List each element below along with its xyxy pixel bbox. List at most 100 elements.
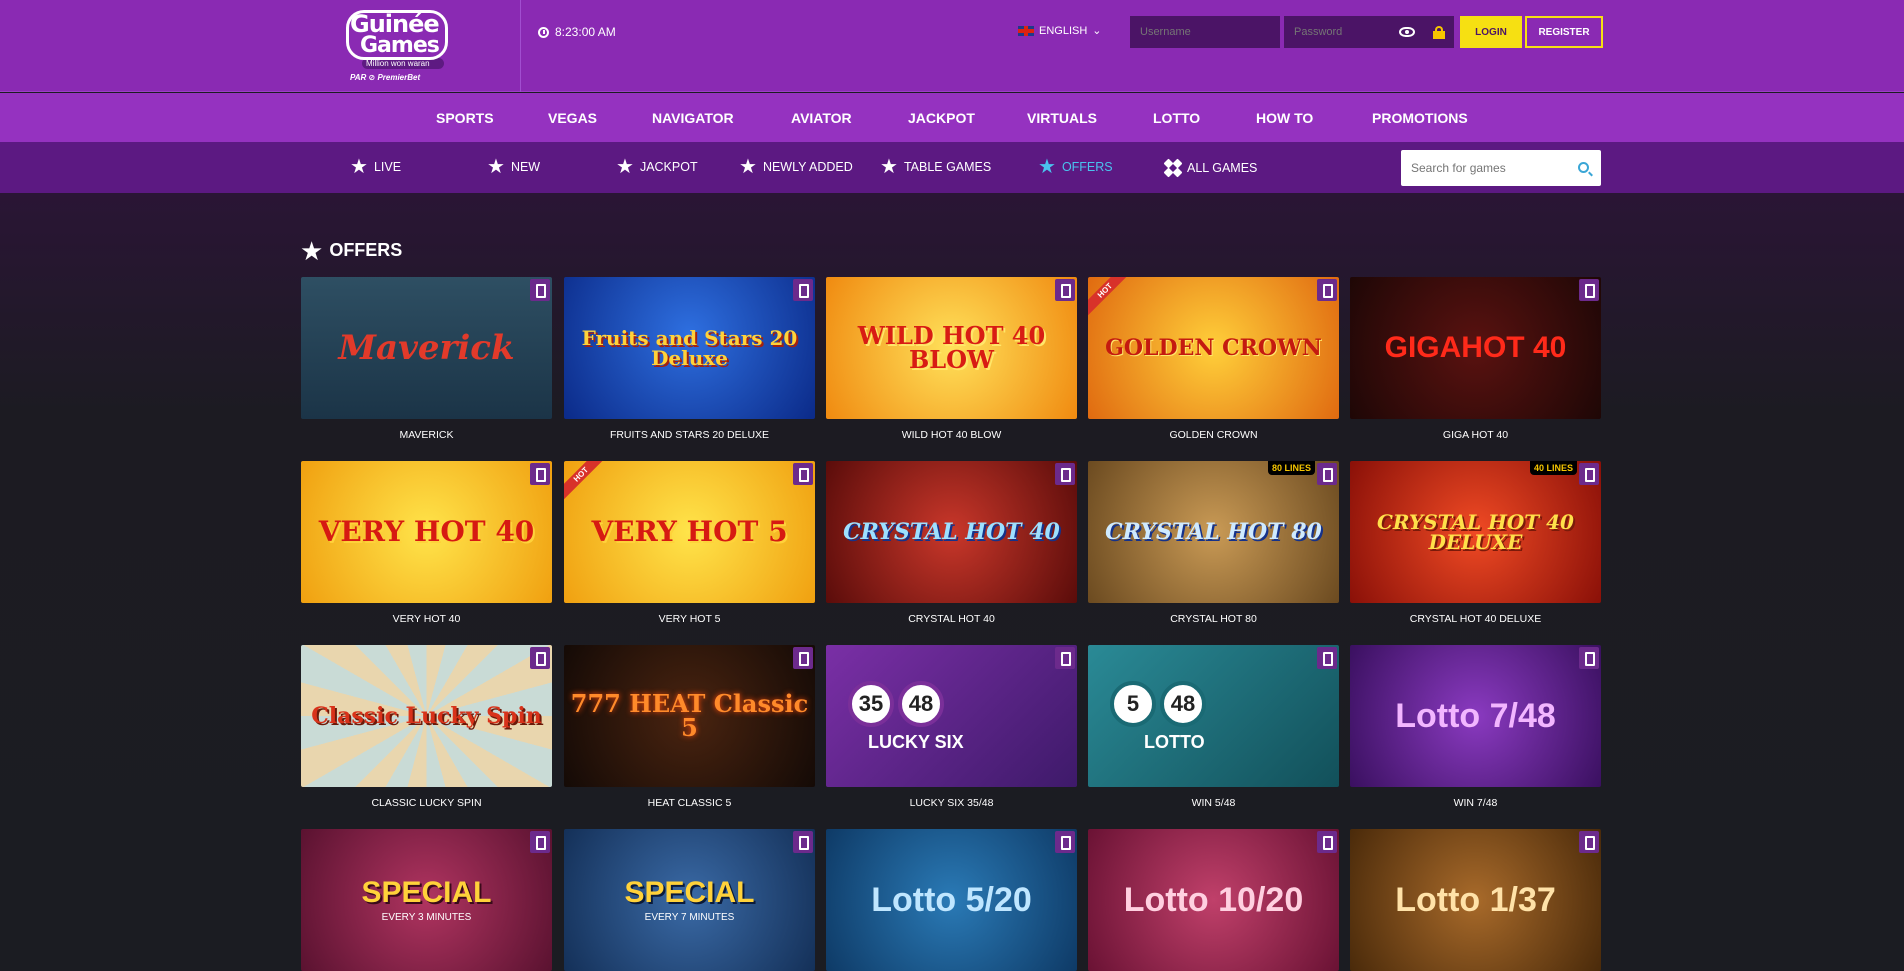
game-thumbnail[interactable]: Classic Lucky Spin [301, 645, 552, 787]
game-thumbnail[interactable]: 35 48 LUCKY SIX [826, 645, 1077, 787]
nav-promotions[interactable]: PROMOTIONS [1372, 110, 1468, 126]
game-thumbnail[interactable]: CRYSTAL HOT 40 DELUXE 40 LINES [1350, 461, 1601, 603]
register-button[interactable]: REGISTER [1525, 16, 1603, 48]
game-card-win-5-48[interactable]: 5 48 LOTTO WIN 5/48 [1088, 645, 1339, 809]
game-card-maverick[interactable]: Maverick MAVERICK [301, 277, 552, 441]
nav-vegas[interactable]: VEGAS [548, 110, 597, 126]
search-icon[interactable] [1578, 162, 1589, 173]
game-art-text: Lotto 5/20 [871, 881, 1032, 919]
nav-navigator[interactable]: NAVIGATOR [652, 110, 734, 126]
category-live[interactable]: ★ LIVE [350, 156, 401, 178]
username-field[interactable] [1130, 16, 1280, 48]
game-title[interactable]: CRYSTAL HOT 40 DELUXE [1350, 613, 1601, 625]
show-password-icon[interactable] [1399, 27, 1415, 37]
nav-virtuals[interactable]: VIRTUALS [1027, 110, 1097, 126]
nav-how-to[interactable]: HOW TO [1256, 110, 1313, 126]
game-title[interactable]: WILD HOT 40 BLOW [826, 429, 1077, 441]
game-art-text: CRYSTAL HOT 80 [1105, 519, 1322, 545]
mobile-icon [793, 279, 813, 301]
game-card-lucky-six[interactable]: 35 48 LUCKY SIX LUCKY SIX 35/48 [826, 645, 1077, 809]
nav-sports[interactable]: SPORTS [436, 110, 494, 126]
game-card-special-7[interactable]: SPECIAL EVERY 7 MINUTES [564, 829, 815, 971]
category-label: TABLE GAMES [903, 160, 992, 174]
login-button[interactable]: LOGIN [1460, 16, 1522, 48]
game-card-classic-lucky-spin[interactable]: Classic Lucky Spin CLASSIC LUCKY SPIN [301, 645, 552, 809]
lock-icon[interactable] [1433, 26, 1445, 39]
game-card-very-hot-5[interactable]: VERY HOT 5 HOT VERY HOT 5 [564, 461, 815, 625]
game-art-subtext: EVERY 7 MINUTES [644, 911, 735, 923]
game-card-crystal-hot-40[interactable]: CRYSTAL HOT 40 CRYSTAL HOT 40 [826, 461, 1077, 625]
game-card-heat-classic-5[interactable]: 777 HEAT Classic 5 HEAT CLASSIC 5 [564, 645, 815, 809]
category-nav: ★ LIVE ★ NEW ★ JACKPOT ★ NEWLY ADDED ★ TABLE … [0, 142, 1904, 193]
language-selector[interactable]: ENGLISH ⌄ [1018, 24, 1102, 37]
game-art-text: GIGAHOT 40 [1384, 331, 1567, 364]
game-thumbnail[interactable]: 777 HEAT Classic 5 [564, 645, 815, 787]
game-art-text: LUCKY SIX [868, 732, 964, 752]
clock: 8:23:00 AM [538, 25, 616, 39]
game-thumbnail[interactable]: GOLDEN CROWN HOT [1088, 277, 1339, 419]
game-art-text: SPECIAL [624, 875, 755, 909]
game-title[interactable]: GIGA HOT 40 [1350, 429, 1601, 441]
game-card-crystal-hot-80[interactable]: CRYSTAL HOT 80 80 LINES CRYSTAL HOT 80 [1088, 461, 1339, 625]
category-jackpot[interactable]: ★ JACKPOT [616, 157, 698, 177]
category-label: NEW [510, 160, 541, 174]
game-title[interactable]: VERY HOT 5 [564, 613, 815, 625]
game-card-crystal-hot-40-deluxe[interactable]: CRYSTAL HOT 40 DELUXE 40 LINES CRYSTAL H… [1350, 461, 1601, 625]
number-ball: 48 [898, 681, 944, 727]
game-title[interactable]: LUCKY SIX 35/48 [826, 797, 1077, 809]
game-thumbnail[interactable]: Lotto 5/20 [826, 829, 1077, 971]
category-offers[interactable]: ★ OFFERS [1038, 157, 1113, 177]
nav-aviator[interactable]: AVIATOR [791, 110, 852, 126]
game-thumbnail[interactable]: Lotto 7/48 [1350, 645, 1601, 787]
game-thumbnail[interactable]: WILD HOT 40 BLOW [826, 277, 1077, 419]
game-card-wild-hot-40-blow[interactable]: WILD HOT 40 BLOW WILD HOT 40 BLOW [826, 277, 1077, 441]
game-title[interactable]: CLASSIC LUCKY SPIN [301, 797, 552, 809]
game-card-fruits-and-stars[interactable]: Fruits and Stars 20 Deluxe FRUITS AND ST… [564, 277, 815, 441]
nav-lotto[interactable]: LOTTO [1153, 110, 1200, 126]
game-title[interactable]: HEAT CLASSIC 5 [564, 797, 815, 809]
game-thumbnail[interactable]: GIGAHOT 40 [1350, 277, 1601, 419]
game-thumbnail[interactable]: Maverick [301, 277, 552, 419]
category-all-games[interactable]: ALL GAMES [1163, 158, 1257, 178]
nav-jackpot[interactable]: JACKPOT [908, 110, 975, 126]
password-field[interactable] [1284, 16, 1454, 48]
category-new[interactable]: ★ NEW [487, 157, 541, 177]
game-card-golden-crown[interactable]: GOLDEN CROWN HOT GOLDEN CROWN [1088, 277, 1339, 441]
game-thumbnail[interactable]: SPECIAL EVERY 7 MINUTES [564, 829, 815, 971]
star-icon: ★ [350, 156, 368, 178]
game-title[interactable]: WIN 5/48 [1088, 797, 1339, 809]
search-input[interactable] [1401, 150, 1561, 186]
game-title[interactable]: GOLDEN CROWN [1088, 429, 1339, 441]
mobile-icon [1317, 279, 1337, 301]
game-card-lotto-10-20[interactable]: Lotto 10/20 [1088, 829, 1339, 971]
game-title[interactable]: FRUITS AND STARS 20 DELUXE [564, 429, 815, 441]
game-title[interactable]: CRYSTAL HOT 80 [1088, 613, 1339, 625]
game-thumbnail[interactable]: 5 48 LOTTO [1088, 645, 1339, 787]
game-title[interactable]: VERY HOT 40 [301, 613, 552, 625]
game-art-text: Classic Lucky Spin [311, 703, 542, 729]
game-title[interactable]: MAVERICK [301, 429, 552, 441]
game-card-special-3[interactable]: SPECIAL EVERY 3 MINUTES [301, 829, 552, 971]
game-card-giga-hot-40[interactable]: GIGAHOT 40 GIGA HOT 40 [1350, 277, 1601, 441]
game-card-very-hot-40[interactable]: VERY HOT 40 VERY HOT 40 [301, 461, 552, 625]
game-thumbnail[interactable]: SPECIAL EVERY 3 MINUTES [301, 829, 552, 971]
game-thumbnail[interactable]: VERY HOT 5 HOT [564, 461, 815, 603]
game-art-text: GOLDEN CROWN [1105, 335, 1322, 361]
game-thumbnail[interactable]: CRYSTAL HOT 40 [826, 461, 1077, 603]
category-newly-added[interactable]: ★ NEWLY ADDED [739, 157, 853, 177]
mobile-icon [530, 647, 550, 669]
game-card-lotto-1-37[interactable]: Lotto 1/37 [1350, 829, 1601, 971]
game-thumbnail[interactable]: VERY HOT 40 [301, 461, 552, 603]
site-logo[interactable]: Guinée Games Million won waran PAR ⊘ Pre… [346, 10, 460, 82]
game-title[interactable]: WIN 7/48 [1350, 797, 1601, 809]
game-art-text: Maverick [338, 328, 515, 368]
game-thumbnail[interactable]: Fruits and Stars 20 Deluxe [564, 277, 815, 419]
category-table-games[interactable]: ★ TABLE GAMES [880, 157, 992, 177]
game-card-lotto-5-20[interactable]: Lotto 5/20 [826, 829, 1077, 971]
game-thumbnail[interactable]: CRYSTAL HOT 80 80 LINES [1088, 461, 1339, 603]
game-card-win-7-48[interactable]: Lotto 7/48 WIN 7/48 [1350, 645, 1601, 809]
game-thumbnail[interactable]: Lotto 1/37 [1350, 829, 1601, 971]
main-nav: SPORTS VEGAS NAVIGATOR AVIATOR JACKPOT V… [0, 93, 1904, 142]
game-title[interactable]: CRYSTAL HOT 40 [826, 613, 1077, 625]
game-thumbnail[interactable]: Lotto 10/20 [1088, 829, 1339, 971]
